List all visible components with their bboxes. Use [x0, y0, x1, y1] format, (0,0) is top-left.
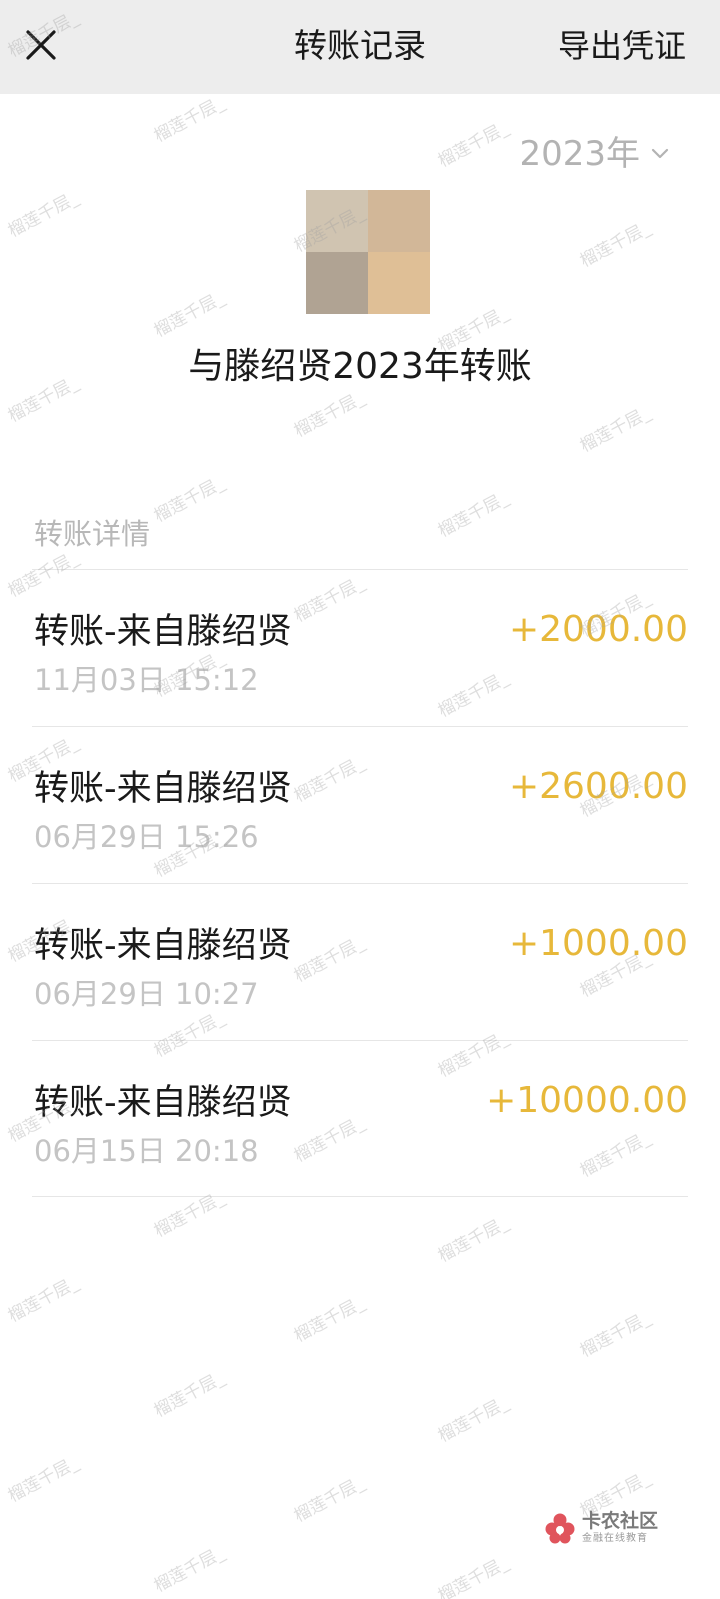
avatar-tile: [306, 190, 368, 252]
record-title: 转账-来自滕绍贤: [34, 612, 292, 652]
watermark: 榴莲千层_: [150, 287, 228, 342]
record-amount: +1000.00: [508, 923, 688, 964]
record-title: 转账-来自滕绍贤: [34, 769, 292, 809]
transfer-record[interactable]: 转账-来自滕绍贤 06月15日 20:18 +10000.00: [32, 1041, 688, 1197]
export-voucher-button[interactable]: 导出凭证: [558, 24, 686, 68]
record-time: 06月29日 10:27: [34, 977, 259, 1011]
watermark: 榴莲千层_: [150, 1542, 228, 1597]
watermark: 榴莲千层_: [150, 92, 228, 147]
avatar: [306, 190, 430, 314]
record-time: 06月15日 20:18: [34, 1134, 259, 1168]
transfer-record[interactable]: 转账-来自滕绍贤 06月29日 15:26 +2600.00: [32, 727, 688, 883]
transfer-record[interactable]: 转账-来自滕绍贤 11月03日 15:12 +2000.00: [32, 570, 688, 726]
watermark: 榴莲千层_: [576, 402, 654, 457]
watermark: 榴莲千层_: [434, 487, 512, 542]
nav-bar: 转账记录 导出凭证: [0, 0, 720, 94]
watermark: 榴莲千层_: [434, 1212, 512, 1267]
watermark: 榴莲千层_: [576, 217, 654, 272]
section-header: 转账详情: [34, 517, 151, 551]
watermark: 榴莲千层_: [4, 187, 82, 242]
watermark: 榴莲千层_: [290, 387, 368, 442]
community-logo: 卡农社区 金融在线教育: [544, 1510, 658, 1546]
logo-main-text: 卡农社区: [582, 1510, 659, 1532]
avatar-tile: [368, 252, 430, 314]
transfer-records-page: 转账记录 导出凭证 2023年 与滕绍贤2023年转账 转账详情 转账-来自滕绍…: [0, 0, 720, 1599]
watermark: 榴莲千层_: [576, 1307, 654, 1362]
watermark: 榴莲千层_: [290, 1472, 368, 1527]
avatar-tile: [368, 190, 430, 252]
record-title: 转账-来自滕绍贤: [34, 1083, 292, 1123]
record-amount: +10000.00: [486, 1080, 688, 1121]
watermark: 榴莲千层_: [150, 472, 228, 527]
watermark: 榴莲千层_: [290, 1292, 368, 1347]
divider: [32, 1196, 688, 1197]
record-time: 06月29日 15:26: [34, 820, 259, 854]
avatar-tile: [306, 252, 368, 314]
year-label: 2023年: [519, 134, 640, 174]
record-amount: +2600.00: [508, 766, 688, 807]
record-title: 转账-来自滕绍贤: [34, 926, 292, 966]
chevron-down-icon: [651, 148, 669, 159]
watermark: 榴莲千层_: [150, 1367, 228, 1422]
watermark: 榴莲千层_: [434, 1392, 512, 1447]
transfer-record[interactable]: 转账-来自滕绍贤 06月29日 10:27 +1000.00: [32, 884, 688, 1040]
watermark: 榴莲千层_: [4, 1452, 82, 1507]
record-time: 11月03日 15:12: [34, 663, 259, 697]
watermark: 榴莲千层_: [434, 117, 512, 172]
flower-logo-icon: [545, 1513, 575, 1544]
watermark: 榴莲千层_: [4, 1272, 82, 1327]
watermark: 榴莲千层_: [434, 1552, 512, 1599]
record-amount: +2000.00: [508, 609, 688, 650]
summary-title: 与滕绍贤2023年转账: [188, 346, 532, 387]
year-selector[interactable]: 2023年: [519, 132, 670, 176]
logo-sub-text: 金融在线教育: [582, 1533, 648, 1544]
